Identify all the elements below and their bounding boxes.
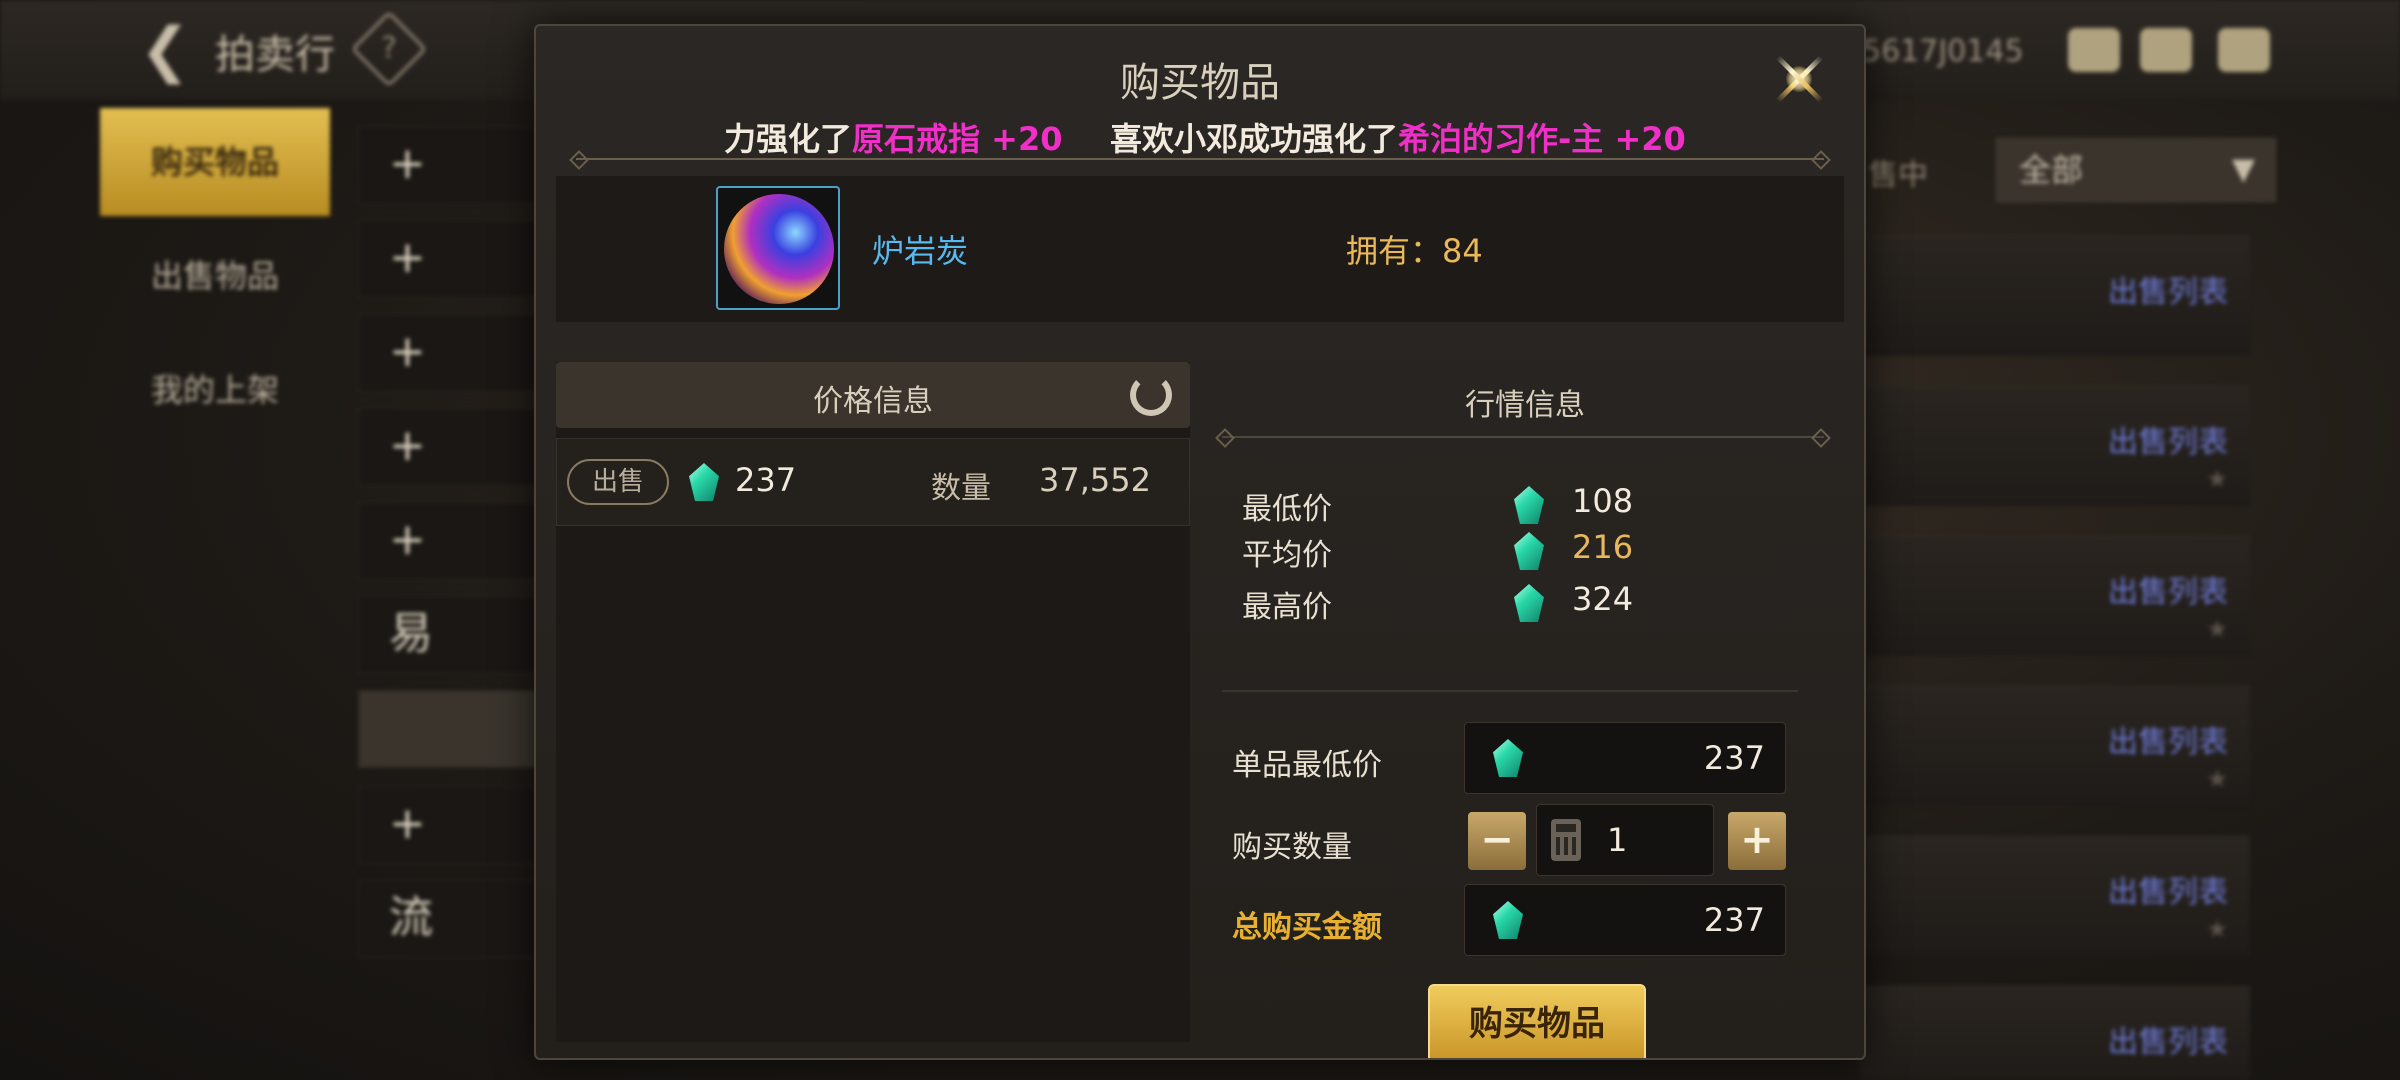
category-row[interactable]: + xyxy=(358,786,538,864)
listing-row[interactable]: 出售列表 ★ xyxy=(1860,386,2250,506)
unit-price-value: 237 xyxy=(1703,739,1765,777)
stat-value-avg: 216 xyxy=(1572,528,1634,566)
price-info-title: 价格信息 xyxy=(813,384,933,419)
unit-price-label: 单品最低价 xyxy=(1232,748,1382,783)
quantity-value: 1 xyxy=(1607,821,1628,859)
gem-icon xyxy=(689,463,719,501)
listing-qty-label: 数量 xyxy=(931,471,991,506)
stat-label-avg: 平均价 xyxy=(1242,538,1332,573)
quantity-minus-button[interactable]: − xyxy=(1468,812,1526,870)
quantity-label: 购买数量 xyxy=(1232,830,1352,865)
star-icon[interactable]: ★ xyxy=(2206,765,2228,793)
price-info-panel: 价格信息 出售 237 数量 37,552 xyxy=(556,362,1190,1042)
quantity-input[interactable]: 1 xyxy=(1536,804,1714,876)
star-icon[interactable]: ★ xyxy=(2206,615,2228,643)
owned-value: 84 xyxy=(1442,232,1483,270)
stat-value-max: 324 xyxy=(1572,580,1634,618)
listing-qty: 37,552 xyxy=(1039,461,1151,499)
purchase-dialog: 购买物品 力强化了原石戒指 +20 喜欢小邓成功强化了希泊的习作-主 +20 炉… xyxy=(534,24,1866,1060)
ticker-item: 原石戒指 +20 xyxy=(852,120,1063,158)
help-diamond-icon[interactable]: ? xyxy=(350,10,428,88)
owned-label: 拥有： xyxy=(1346,232,1443,270)
sell-list-link[interactable]: 出售列表 xyxy=(2108,717,2228,761)
sell-tag: 出售 xyxy=(567,459,669,505)
gem-icon xyxy=(1493,739,1523,777)
total-amount-value: 237 xyxy=(1703,901,1765,939)
listing-price: 237 xyxy=(735,461,797,499)
refresh-icon[interactable] xyxy=(1130,374,1172,416)
gem-icon xyxy=(1514,532,1544,570)
mail-icon[interactable] xyxy=(2140,28,2192,72)
back-arrow-icon[interactable]: ❮ xyxy=(130,18,200,82)
market-divider xyxy=(1222,436,1824,438)
ticker-item: 希泊的习作-主 +20 xyxy=(1398,120,1686,158)
gem-icon xyxy=(1514,584,1544,622)
enhance-news-ticker: 力强化了原石戒指 +20 喜欢小邓成功强化了希泊的习作-主 +20 xyxy=(536,108,1864,158)
star-icon[interactable]: ★ xyxy=(2206,465,2228,493)
calculator-icon[interactable] xyxy=(1551,819,1581,861)
total-amount-label: 总购买金额 xyxy=(1232,910,1382,945)
filter-dropdown[interactable]: 全部 ▼ xyxy=(1996,138,2276,202)
chat-icon[interactable] xyxy=(2218,28,2270,72)
side-tab-my-listings[interactable]: 我的上架 xyxy=(100,336,330,444)
item-name: 炉岩炭 xyxy=(872,232,969,270)
category-row[interactable]: + xyxy=(358,220,538,298)
price-listing-row[interactable]: 出售 237 数量 37,552 xyxy=(556,438,1190,526)
listing-row[interactable]: 出售列表 ★ xyxy=(1860,536,2250,656)
stat-label-min: 最低价 xyxy=(1242,492,1332,527)
listing-row[interactable]: 出售列表 xyxy=(1860,986,2250,1080)
currency-amount: 5617J0145 xyxy=(1862,34,2024,69)
price-info-header: 价格信息 xyxy=(556,362,1190,428)
unit-price-field: 237 xyxy=(1464,722,1786,794)
category-row[interactable]: + xyxy=(358,314,538,392)
market-info-panel: 行情信息 最低价 108 平均价 216 最高价 324 单品最低价 237 购… xyxy=(1202,362,1848,1058)
bag-icon[interactable] xyxy=(2068,28,2120,72)
ticker-text: 喜欢小邓成功强化了 xyxy=(1110,120,1399,158)
star-icon[interactable]: ★ xyxy=(2206,915,2228,943)
side-tab-sell[interactable]: 出售物品 xyxy=(100,222,330,330)
filter-label: 售中 xyxy=(1868,158,1928,193)
listing-row[interactable]: 出售列表 ★ xyxy=(1860,686,2250,806)
sell-list-link[interactable]: 出售列表 xyxy=(2108,567,2228,611)
buy-item-button[interactable]: 购买物品 xyxy=(1428,984,1646,1058)
category-row[interactable]: + xyxy=(358,408,538,486)
close-icon[interactable] xyxy=(1764,44,1834,114)
item-summary: 炉岩炭 拥有：84 xyxy=(556,176,1844,322)
sell-list-link[interactable]: 出售列表 xyxy=(2108,417,2228,461)
gem-icon xyxy=(1514,486,1544,524)
ticker-text: 力强化了 xyxy=(724,120,853,158)
filter-value: 全部 xyxy=(2019,151,2084,189)
sell-list-link[interactable]: 出售列表 xyxy=(2108,267,2228,311)
category-row-selected[interactable] xyxy=(358,690,538,768)
sell-list-link[interactable]: 出售列表 xyxy=(2108,867,2228,911)
dropdown-arrow-icon: ▼ xyxy=(2231,152,2255,187)
quantity-plus-button[interactable]: + xyxy=(1728,812,1786,870)
stat-label-max: 最高价 xyxy=(1242,590,1332,625)
market-info-title: 行情信息 xyxy=(1465,388,1585,423)
ticker-divider xyxy=(576,158,1824,160)
item-orb-icon[interactable] xyxy=(716,186,840,310)
ticker-entry: 力强化了原石戒指 +20 xyxy=(724,114,1063,160)
owned-count: 拥有：84 xyxy=(1346,226,1483,272)
category-row[interactable]: 流 xyxy=(358,880,538,958)
category-row[interactable]: + xyxy=(358,502,538,580)
ticker-entry: 喜欢小邓成功强化了希泊的习作-主 +20 xyxy=(1110,114,1686,160)
stat-value-min: 108 xyxy=(1572,482,1634,520)
sell-list-link[interactable]: 出售列表 xyxy=(2108,1017,2228,1061)
listing-row[interactable]: 出售列表 ★ xyxy=(1860,836,2250,956)
page-title: 拍卖行 xyxy=(215,32,335,78)
gem-icon xyxy=(1493,901,1523,939)
category-row[interactable]: + xyxy=(358,126,538,204)
category-row[interactable]: 易 xyxy=(358,596,538,674)
side-tab-buy[interactable]: 购买物品 xyxy=(100,108,330,216)
listing-row[interactable]: 出售列表 xyxy=(1860,236,2250,356)
dialog-title: 购买物品 xyxy=(1120,60,1280,106)
section-divider xyxy=(1222,690,1798,692)
total-amount-field: 237 xyxy=(1464,884,1786,956)
